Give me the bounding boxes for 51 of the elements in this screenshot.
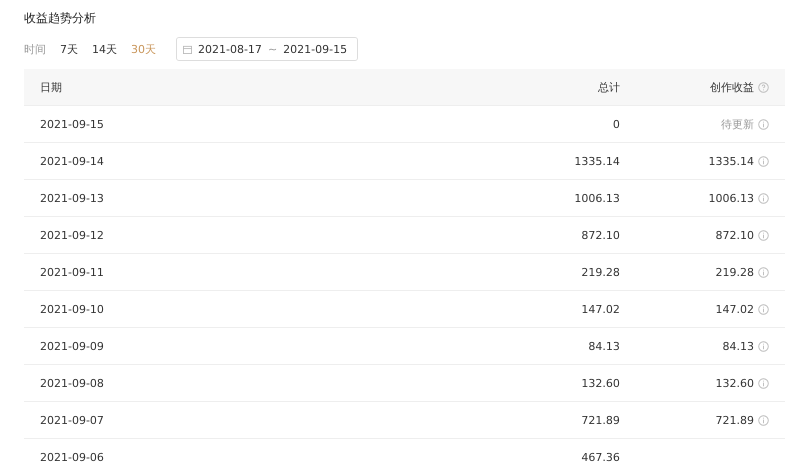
time-label: 时间 [24,42,46,56]
column-header: 日期 [40,80,62,94]
info-icon [758,304,769,315]
table-cell: 2021-09-12 [40,228,104,242]
end-date: 2021-09-15 [283,42,348,56]
table-cell: 2021-09-15 [40,118,104,130]
calendar-icon [183,44,192,54]
table-cell: 2021-09-09 [40,340,104,352]
table-cell: 872.10 [716,228,754,242]
table-cell: 132.60 [716,376,754,390]
date-separator: ~ [268,42,278,56]
table-cell: 2021-09-11 [40,266,104,278]
table-cell: 147.02 [716,302,754,316]
info-icon [758,340,769,352]
column-header: 创作收益 [710,80,754,94]
range-tab[interactable]: 14天 [92,42,117,56]
table-cell: 1335.14 [708,154,754,168]
date-range-picker[interactable]: 2021-08-17 ~ 2021-09-15 [176,37,358,61]
table-cell: 132.60 [581,376,620,390]
table-cell: 84.13 [722,340,754,353]
table-cell: 0 [612,118,620,130]
info-icon [758,378,769,389]
table-cell: 2021-09-06 [40,450,104,464]
info-icon [758,118,769,130]
table-cell: 219.28 [581,266,620,278]
table-cell: 84.13 [588,340,620,352]
table-cell: 2021-09-08 [40,376,104,390]
info-icon [758,192,769,204]
table-cell: 2021-09-07 [40,414,104,426]
table-cell: 2021-09-13 [40,192,104,204]
start-date: 2021-08-17 [198,42,262,56]
status-text: 待更新 [721,116,754,132]
table-cell: 219.28 [716,266,754,279]
table-cell: 1006.13 [574,192,620,204]
table-cell: 721.89 [581,414,620,426]
table-cell: 721.89 [716,414,754,427]
range-tab[interactable]: 7天 [60,42,78,56]
table-cell: 1335.14 [574,154,620,168]
table-cell: 2021-09-14 [40,154,104,168]
info-icon [758,156,769,167]
table-cell: 2021-09-10 [40,302,104,316]
info-icon [758,230,769,241]
table-cell: 467.36 [581,450,620,464]
table-cell: 872.10 [581,228,620,242]
table-cell: 1006.13 [708,192,754,205]
section-title: 收益趋势分析 [24,10,96,27]
info-icon [758,414,769,426]
column-header: 总计 [598,80,620,94]
table-cell: 147.02 [581,302,620,316]
help-icon [758,82,769,92]
info-icon [758,266,769,278]
